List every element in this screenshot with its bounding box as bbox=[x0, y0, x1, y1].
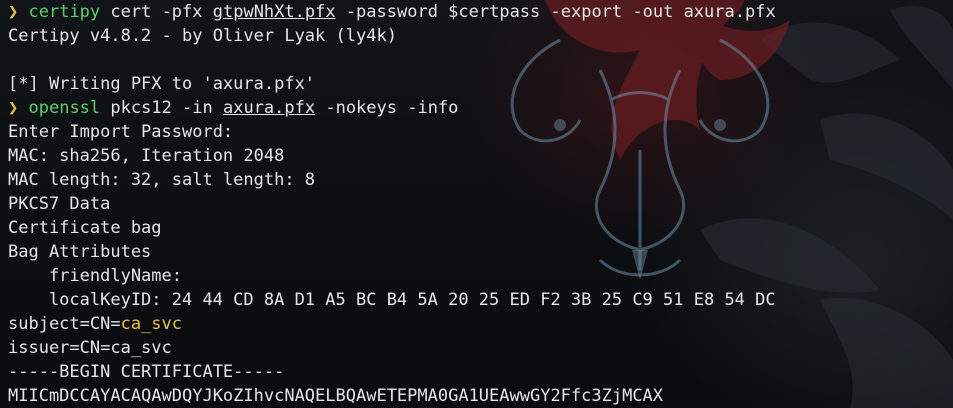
output-line: issuer=CN=ca_svc bbox=[8, 338, 172, 358]
chevron-right-icon: ❯ bbox=[8, 2, 19, 22]
output-line: MAC length: 32, salt length: 8 bbox=[8, 170, 316, 190]
output-line: localKeyID: 24 44 CD 8A D1 A5 BC B4 5A 2… bbox=[8, 290, 776, 310]
output-line: Certipy v4.8.2 - by Oliver Lyak (ly4k) bbox=[8, 26, 397, 46]
command-args: cert -pfx bbox=[100, 2, 213, 22]
command-args: -password $certpass -export -out axura.p… bbox=[335, 2, 776, 22]
command-line-certipy: ❯ certipy cert -pfx gtpwNhXt.pfx -passwo… bbox=[8, 0, 953, 24]
command-line-openssl: ❯ openssl pkcs12 -in axura.pfx -nokeys -… bbox=[8, 96, 953, 120]
terminal-output: ❯ certipy cert -pfx gtpwNhXt.pfx -passwo… bbox=[8, 0, 953, 408]
output-line: PKCS7 Data bbox=[8, 194, 111, 214]
output-line: friendlyName: bbox=[8, 266, 182, 286]
file-path-link[interactable]: axura.pfx bbox=[223, 98, 315, 118]
command-name: openssl bbox=[28, 98, 101, 118]
output-line: Certificate bag bbox=[8, 218, 162, 238]
terminal-window[interactable]: ❯ certipy cert -pfx gtpwNhXt.pfx -passwo… bbox=[0, 0, 953, 408]
output-line: MIICmDCCAYACAQAwDQYJKoZIhvcNAQELBQAwETEP… bbox=[8, 386, 664, 406]
output-line: -----BEGIN CERTIFICATE----- bbox=[8, 362, 285, 382]
subject-prefix: subject=CN= bbox=[8, 314, 121, 334]
output-line-subject: subject=CN=ca_svc bbox=[8, 312, 953, 336]
output-line: MAC: sha256, Iteration 2048 bbox=[8, 146, 285, 166]
subject-value: ca_svc bbox=[120, 314, 183, 334]
file-path-link[interactable]: gtpwNhXt.pfx bbox=[213, 2, 336, 22]
output-line-blank bbox=[8, 48, 953, 72]
output-line: Enter Import Password: bbox=[8, 122, 234, 142]
command-args: pkcs12 -in bbox=[100, 98, 223, 118]
chevron-right-icon: ❯ bbox=[8, 98, 19, 118]
command-name: certipy bbox=[28, 2, 101, 22]
output-line: [*] Writing PFX to 'axura.pfx' bbox=[8, 74, 316, 94]
command-args: -nokeys -info bbox=[315, 98, 459, 118]
output-line: Bag Attributes bbox=[8, 242, 152, 262]
